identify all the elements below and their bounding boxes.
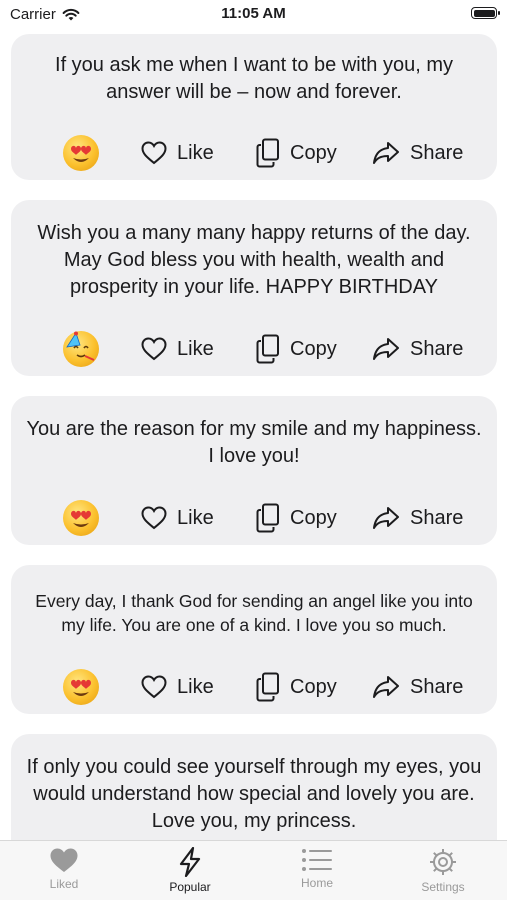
quote-card: Wish you a many many happy returns of th…: [11, 200, 497, 376]
heart-outline-icon: [141, 337, 167, 361]
card-actions: Like Copy Share: [11, 500, 497, 540]
quote-text: Every day, I thank God for sending an an…: [35, 591, 473, 635]
like-button[interactable]: Like: [141, 500, 214, 536]
like-button[interactable]: Like: [141, 135, 214, 171]
quote-card: If only you could see yourself through m…: [11, 734, 497, 840]
share-label: Share: [410, 337, 464, 360]
bolt-icon: [179, 847, 201, 877]
tab-home[interactable]: Home: [267, 847, 367, 899]
copy-label: Copy: [290, 141, 337, 164]
tab-settings-label: Settings: [421, 880, 465, 894]
status-time: 11:05 AM: [221, 5, 286, 22]
heart-outline-icon: [141, 675, 167, 699]
heart-eyes-emoji-icon[interactable]: [63, 135, 99, 171]
like-label: Like: [177, 337, 214, 360]
like-button[interactable]: Like: [141, 331, 214, 367]
quote-text: You are the reason for my smile and my h…: [26, 418, 482, 467]
heart-outline-icon: [141, 141, 167, 165]
quote-card: Every day, I thank God for sending an an…: [11, 565, 497, 714]
share-button[interactable]: Share: [372, 331, 463, 367]
share-arrow-icon: [373, 142, 399, 164]
share-button[interactable]: Share: [372, 135, 463, 171]
heart-icon: [50, 848, 78, 872]
copy-button[interactable]: Copy: [256, 135, 337, 171]
share-button[interactable]: Share: [372, 500, 463, 536]
copy-icon: [256, 138, 279, 168]
like-label: Like: [177, 506, 214, 529]
heart-eyes-emoji-icon[interactable]: [63, 500, 99, 536]
copy-button[interactable]: Copy: [256, 500, 337, 536]
like-label: Like: [177, 141, 214, 164]
heart-outline-icon: [141, 506, 167, 530]
copy-label: Copy: [290, 337, 337, 360]
share-arrow-icon: [373, 507, 399, 529]
copy-label: Copy: [290, 506, 337, 529]
copy-icon: [256, 503, 279, 533]
heart-eyes-emoji-icon[interactable]: [63, 669, 99, 705]
quote-text: Wish you a many many happy returns of th…: [37, 222, 471, 298]
share-label: Share: [410, 675, 464, 698]
copy-icon: [256, 672, 279, 702]
like-button[interactable]: Like: [141, 669, 214, 705]
battery-icon: [471, 7, 500, 19]
share-label: Share: [410, 506, 464, 529]
tab-liked[interactable]: Liked: [14, 847, 114, 899]
tab-popular[interactable]: Popular: [140, 847, 240, 899]
copy-label: Copy: [290, 675, 337, 698]
copy-button[interactable]: Copy: [256, 331, 337, 367]
status-bar: Carrier 11:05 AM: [0, 0, 507, 28]
copy-icon: [256, 334, 279, 364]
share-arrow-icon: [373, 676, 399, 698]
list-icon: [302, 849, 332, 871]
tab-popular-label: Popular: [169, 880, 211, 894]
card-actions: Like Copy Share: [11, 135, 497, 175]
share-arrow-icon: [373, 338, 399, 360]
gear-icon: [430, 849, 456, 875]
share-label: Share: [410, 141, 464, 164]
like-label: Like: [177, 675, 214, 698]
tab-bar: Liked Popular Home Settings: [0, 840, 507, 900]
quote-card: If you ask me when I want to be with you…: [11, 34, 497, 180]
tab-home-label: Home: [300, 876, 333, 890]
quote-card: You are the reason for my smile and my h…: [11, 396, 497, 545]
quote-feed[interactable]: If you ask me when I want to be with you…: [0, 28, 507, 840]
share-button[interactable]: Share: [372, 669, 463, 705]
copy-button[interactable]: Copy: [256, 669, 337, 705]
tab-settings[interactable]: Settings: [393, 847, 493, 899]
party-face-emoji-icon[interactable]: [63, 331, 99, 367]
tab-liked-label: Liked: [49, 877, 79, 891]
quote-text: If only you could see yourself through m…: [26, 756, 482, 832]
card-actions: Like Copy Share: [11, 669, 497, 709]
quote-text: If you ask me when I want to be with you…: [55, 54, 453, 103]
card-actions: Like Copy Share: [11, 331, 497, 371]
